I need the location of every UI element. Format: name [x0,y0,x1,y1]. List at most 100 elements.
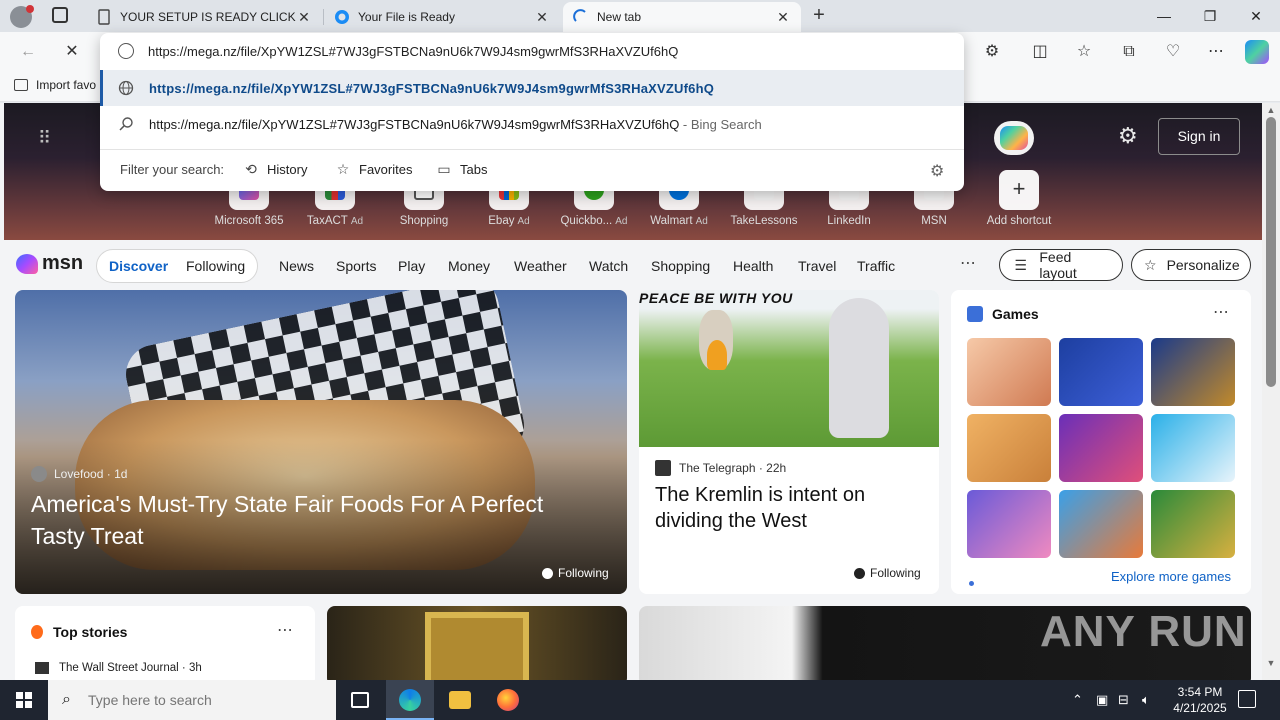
profile-avatar[interactable] [10,5,34,28]
windows-start-icon[interactable] [16,692,32,708]
back-button[interactable]: ← [16,40,40,64]
personalize-button[interactable]: ☆ Personalize [1131,249,1251,281]
close-tab-icon[interactable]: ✕ [534,9,550,26]
task-view-button[interactable] [336,680,384,720]
folder-icon [449,691,471,709]
article-title[interactable]: America's Must-Try State Fair Foods For … [31,488,591,552]
following-label: Following [558,566,609,580]
nav-news[interactable]: News [279,258,314,274]
following-chip[interactable]: Following [542,566,609,580]
scroll-up-icon[interactable]: ▲ [1265,105,1277,115]
new-tab-button[interactable]: + [808,4,830,26]
nav-play[interactable]: Play [398,258,425,274]
sign-in-button[interactable]: Sign in [1158,118,1240,155]
game-tile[interactable] [967,414,1051,482]
nav-watch[interactable]: Watch [589,258,628,274]
taskbar-search-input[interactable] [88,688,328,712]
nav-sports[interactable]: Sports [336,258,376,274]
volume-icon[interactable]: 🔈︎ [1142,692,1150,708]
split-screen-icon[interactable]: ◫ [1028,40,1052,64]
extensions-icon[interactable]: ⚙ [980,40,1004,64]
tab-file-ready[interactable]: Your File is Ready ✕ [324,2,560,32]
nav-travel[interactable]: Travel [798,258,836,274]
following-tab[interactable]: Following [186,258,245,274]
suggestion-url[interactable]: https://mega.nz/file/XpYW1ZSL#7WJ3gFSTBC… [100,70,964,106]
suggestion-bing-search[interactable]: https://mega.nz/file/XpYW1ZSL#7WJ3gFSTBC… [100,106,964,142]
minimize-button[interactable]: — [1141,0,1187,32]
settings-gear-icon[interactable]: ⚙ [1118,123,1138,149]
game-tile[interactable] [1151,414,1235,482]
filter-history-button[interactable]: ⟲ History [243,161,307,177]
msn-logo[interactable]: msn [16,252,83,275]
tray-chevron-icon[interactable]: ⌃ [1072,692,1083,708]
more-menu-icon[interactable]: ⋯ [1204,40,1228,64]
tray-device-icon[interactable]: ▣ [1096,692,1108,708]
discover-tab[interactable]: Discover [109,258,168,274]
close-window-button[interactable]: ✕ [1233,0,1279,32]
nav-weather[interactable]: Weather [514,258,567,274]
import-favorites-button[interactable]: Import favo [14,78,96,92]
browser-essentials-icon[interactable]: ♡ [1161,40,1185,64]
nav-health[interactable]: Health [733,258,773,274]
nav-more-icon[interactable]: ⋯ [960,253,976,273]
feed-layout-button[interactable]: ☰ Feed layout [999,249,1123,281]
tab-new-tab[interactable]: New tab ✕ [563,2,801,32]
add-shortcut-button[interactable]: + Add shortcut [979,170,1059,227]
article-title[interactable]: The Kremlin is intent on dividing the We… [655,482,925,534]
app-launcher-icon[interactable]: ⠿ [38,128,58,148]
taskbar-clock[interactable]: 3:54 PM 4/21/2025 [1170,684,1230,716]
story-source[interactable]: The Wall Street Journal · 3h [35,662,202,674]
page-scrollbar[interactable]: ▲ ▼ [1262,103,1280,680]
close-tab-icon[interactable]: ✕ [296,9,312,26]
painting-article-card[interactable] [327,606,627,680]
tab-setup[interactable]: YOUR SETUP IS READY CLICK BELOW ✕ [86,2,322,32]
close-tab-icon[interactable]: ✕ [775,9,791,26]
stop-button[interactable]: ✕ [60,40,84,64]
filter-favorites-button[interactable]: ☆ Favorites [335,161,413,177]
top-stories-more-icon[interactable]: ⋯ [277,620,293,640]
taskbar-file-explorer[interactable] [436,680,484,720]
following-chip[interactable]: Following [854,566,921,580]
game-tile[interactable] [1151,338,1235,406]
games-more-icon[interactable]: ⋯ [1213,302,1229,322]
shortcut-label: Microsoft 365 [214,215,284,227]
ad-tag: Ad [695,216,708,227]
address-bar-dropdown: https://mega.nz/file/XpYW1ZSL#7WJ3gFSTBC… [100,33,964,191]
notifications-icon[interactable] [1238,690,1256,708]
featured-article-card[interactable]: Lovefood · 1d America's Must-Try State F… [15,290,627,594]
copilot-icon[interactable] [1245,40,1269,64]
scroll-thumb[interactable] [1266,117,1276,387]
filter-history-label: History [267,161,308,177]
explore-more-games-link[interactable]: Explore more games [1111,569,1231,584]
network-icon[interactable]: ⊟ [1118,692,1129,708]
address-input[interactable] [148,39,748,63]
taskbar-edge[interactable] [386,680,434,720]
star-edit-icon: ☆ [1144,256,1157,273]
game-tile[interactable] [967,338,1051,406]
fire-shape [707,340,727,370]
copilot-button[interactable] [994,121,1034,155]
telegraph-article-card[interactable]: PEACE BE WITH YOU The Telegraph · 22h Th… [639,290,939,594]
filter-settings-gear-icon[interactable]: ⚙ [930,161,944,181]
carousel-dots[interactable] [969,574,989,586]
nav-shopping[interactable]: Shopping [651,258,710,274]
collections-icon[interactable]: ⧉ [1117,40,1141,64]
star-icon: ☆ [336,161,350,177]
game-tile[interactable] [1059,490,1143,558]
feed-layout-label: Feed layout [1039,249,1077,281]
nav-money[interactable]: Money [448,258,490,274]
tab-strip: YOUR SETUP IS READY CLICK BELOW ✕ Your F… [0,0,1280,32]
taskbar-search-box[interactable]: ⌕ [48,680,336,720]
tab-actions-icon[interactable] [52,7,68,23]
shortcut-label: Ebay [488,215,515,227]
favorites-star-icon[interactable]: ☆ [1072,40,1096,64]
filter-tabs-button[interactable]: ▭ Tabs [436,161,487,177]
nav-traffic[interactable]: Traffic [857,258,895,274]
game-tile[interactable] [1059,414,1143,482]
taskbar-firefox[interactable] [484,680,532,720]
game-tile[interactable] [1151,490,1235,558]
game-tile[interactable] [1059,338,1143,406]
game-tile[interactable] [967,490,1051,558]
restore-button[interactable]: ❐ [1187,0,1233,32]
scroll-down-icon[interactable]: ▼ [1265,658,1277,668]
